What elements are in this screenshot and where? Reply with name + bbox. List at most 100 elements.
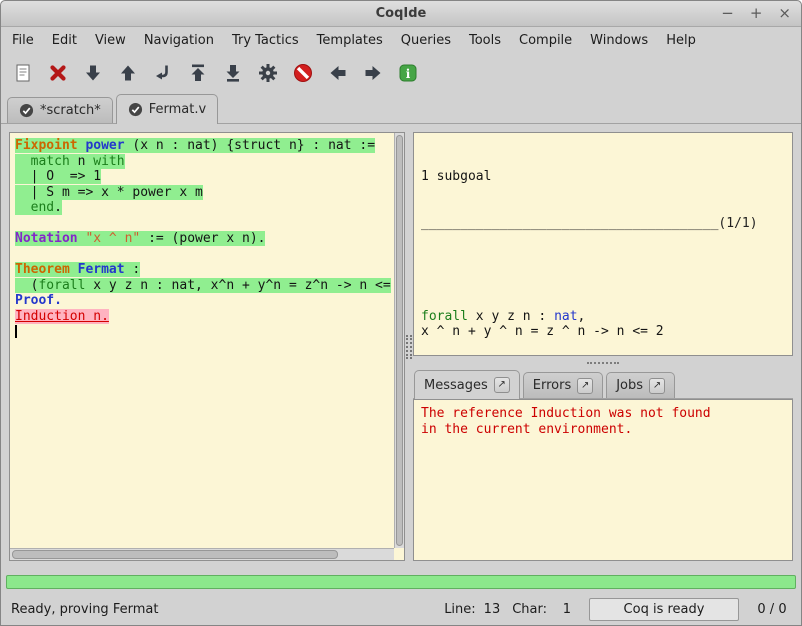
coq-status: Coq is ready bbox=[589, 598, 739, 621]
code-line: match n with bbox=[15, 154, 394, 170]
scrollbar-thumb[interactable] bbox=[12, 550, 338, 559]
close-button[interactable]: × bbox=[778, 6, 791, 21]
code-token: := (power x n). bbox=[140, 231, 265, 246]
message-tab-errors[interactable]: Errors ↗ bbox=[523, 372, 603, 398]
code-token: end bbox=[31, 200, 54, 215]
tab-label: *scratch* bbox=[40, 103, 101, 118]
tab-bar: *scratch* Fermat.v bbox=[1, 93, 801, 124]
menu-item-try-tactics[interactable]: Try Tactics bbox=[223, 29, 308, 52]
menu-item-edit[interactable]: Edit bbox=[43, 29, 86, 52]
new-file-button[interactable] bbox=[11, 61, 35, 85]
editor-vertical-scrollbar[interactable] bbox=[394, 133, 404, 548]
next-button[interactable] bbox=[361, 61, 385, 85]
splitter-grip-icon bbox=[587, 362, 619, 364]
detach-tab-button[interactable]: ↗ bbox=[577, 378, 593, 394]
gear-icon bbox=[257, 62, 279, 84]
message-tab-label: Errors bbox=[533, 378, 571, 393]
code-token: Notation bbox=[15, 231, 78, 246]
code-token bbox=[70, 262, 78, 277]
step-forward-button[interactable] bbox=[81, 61, 105, 85]
code-token: power bbox=[85, 138, 124, 153]
coqide-window: CoqIde − + × FileEditViewNavigationTry T… bbox=[0, 0, 802, 626]
goals-header: 1 subgoal bbox=[421, 169, 785, 185]
messages-content: The reference Induction was not foundin … bbox=[413, 399, 793, 561]
vertical-splitter[interactable] bbox=[406, 335, 412, 359]
maximize-button[interactable]: + bbox=[750, 6, 763, 21]
detach-tab-button[interactable]: ↗ bbox=[494, 377, 510, 393]
code-line-text: (forall x y z n : nat, x^n + y^n = z^n -… bbox=[15, 278, 391, 293]
menu-item-compile[interactable]: Compile bbox=[510, 29, 581, 52]
char-value: 1 bbox=[555, 602, 571, 617]
message-tab-messages[interactable]: Messages↗ bbox=[414, 370, 520, 399]
tab-check-icon bbox=[128, 102, 143, 117]
detach-tab-button[interactable]: ↗ bbox=[649, 378, 665, 394]
tab-fermat-v[interactable]: Fermat.v bbox=[116, 94, 218, 124]
code-line-text: Proof. bbox=[15, 293, 62, 308]
code-token: n bbox=[70, 154, 93, 169]
menu-item-windows[interactable]: Windows bbox=[581, 29, 657, 52]
main-area: Fixpoint power (x n : nat) {struct n} : … bbox=[1, 124, 801, 569]
tab-scratch[interactable]: *scratch* bbox=[7, 97, 113, 123]
menu-item-templates[interactable]: Templates bbox=[308, 29, 392, 52]
window-controls: − + × bbox=[721, 1, 791, 26]
code-token: "x ^ n" bbox=[85, 231, 140, 246]
restart-button[interactable] bbox=[186, 61, 210, 85]
code-line: | S m => x * power x m bbox=[15, 185, 394, 201]
compile-button[interactable] bbox=[256, 61, 280, 85]
menu-item-file[interactable]: File bbox=[3, 29, 43, 52]
close-buffer-button[interactable] bbox=[46, 61, 70, 85]
close-x-icon bbox=[47, 62, 69, 84]
code-token: Proof. bbox=[15, 293, 62, 308]
code-line bbox=[15, 216, 394, 232]
line-label: Line: bbox=[444, 602, 475, 617]
info-icon: i bbox=[397, 62, 419, 84]
code-line-text: Induction n. bbox=[15, 309, 109, 324]
message-line: The reference Induction was not found bbox=[421, 406, 785, 422]
previous-button[interactable] bbox=[326, 61, 350, 85]
code-token: Theorem bbox=[15, 262, 70, 277]
code-token: , bbox=[578, 309, 586, 324]
right-column: 1 subgoal ______________________________… bbox=[413, 132, 793, 561]
goal-line: forall x y z n : nat, bbox=[421, 309, 785, 325]
horizontal-splitter[interactable] bbox=[413, 356, 793, 369]
minimize-button[interactable]: − bbox=[721, 6, 734, 21]
code-line: Fixpoint power (x n : nat) {struct n} : … bbox=[15, 138, 394, 154]
go-to-cursor-button[interactable] bbox=[151, 61, 175, 85]
code-line bbox=[15, 247, 394, 263]
goals-panel: 1 subgoal ______________________________… bbox=[413, 132, 793, 356]
code-line-text: Fixpoint power (x n : nat) {struct n} : … bbox=[15, 138, 375, 153]
code-token: x y z n : nat, x^n + y^n = z^n -> n <= bbox=[85, 278, 390, 293]
go-to-end-button[interactable] bbox=[221, 61, 245, 85]
step-backward-button[interactable] bbox=[116, 61, 140, 85]
code-token: with bbox=[93, 154, 124, 169]
line-value: 13 bbox=[484, 602, 501, 617]
code-line bbox=[15, 324, 394, 340]
goal-blank-line bbox=[421, 262, 785, 278]
editor-horizontal-scrollbar[interactable] bbox=[10, 548, 394, 560]
menu-item-view[interactable]: View bbox=[86, 29, 135, 52]
code-token: x ^ n + y ^ n = z ^ n -> n <= 2 bbox=[421, 324, 664, 339]
code-token: x y z n : bbox=[468, 309, 554, 324]
interrupt-button[interactable] bbox=[291, 61, 315, 85]
code-line-text: Notation "x ^ n" := (power x n). bbox=[15, 231, 265, 246]
code-line-text: end. bbox=[15, 200, 62, 215]
title-bar[interactable]: CoqIde − + × bbox=[1, 1, 801, 27]
goal-line: x ^ n + y ^ n = z ^ n -> n <= 2 bbox=[421, 324, 785, 340]
scrollbar-thumb[interactable] bbox=[396, 135, 403, 546]
menu-item-tools[interactable]: Tools bbox=[460, 29, 510, 52]
about-button[interactable]: i bbox=[396, 61, 420, 85]
menu-item-help[interactable]: Help bbox=[657, 29, 705, 52]
menu-item-navigation[interactable]: Navigation bbox=[135, 29, 223, 52]
status-message: Ready, proving Fermat bbox=[11, 602, 436, 617]
goal-separator-line: ______________________________________(1… bbox=[421, 216, 785, 232]
message-line: in the current environment. bbox=[421, 422, 785, 438]
code-line-text: Theorem Fermat : bbox=[15, 262, 140, 277]
code-line-text: | S m => x * power x m bbox=[15, 185, 203, 200]
message-tab-jobs[interactable]: Jobs↗ bbox=[606, 372, 675, 398]
text-caret bbox=[15, 325, 17, 338]
code-line: Notation "x ^ n" := (power x n). bbox=[15, 231, 394, 247]
editor-content[interactable]: Fixpoint power (x n : nat) {struct n} : … bbox=[10, 133, 394, 548]
code-token: Induction n. bbox=[15, 309, 109, 324]
svg-text:i: i bbox=[406, 67, 411, 81]
menu-item-queries[interactable]: Queries bbox=[392, 29, 460, 52]
